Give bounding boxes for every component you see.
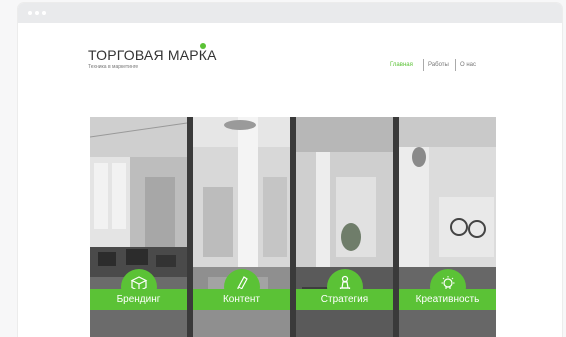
feature-card-strategy[interactable]: Стратегия (296, 117, 393, 337)
window-close-dot[interactable] (28, 11, 32, 15)
feature-label[interactable]: Брендинг (90, 289, 187, 310)
nav-divider (455, 59, 456, 71)
brand-logo-text[interactable]: ТОРГОВАЯ МАРКА (88, 47, 217, 63)
feature-card-content[interactable]: Контент (193, 117, 290, 337)
brand-tagline: Техника в маркетинге (88, 64, 139, 70)
feature-label[interactable]: Контент (193, 289, 290, 310)
brand-registered-mark-icon (200, 43, 206, 49)
nav-link-about[interactable]: О нас (460, 58, 476, 72)
feature-label[interactable]: Стратегия (296, 289, 393, 310)
window-titlebar (18, 3, 562, 23)
browser-window: ТОРГОВАЯ МАРКА Техника в маркетинге Глав… (18, 3, 562, 337)
nav-link-works[interactable]: Работы (428, 58, 449, 72)
nav-link-home[interactable]: Главная (390, 58, 413, 72)
nav-divider (423, 59, 424, 71)
feature-gallery: Брендинг Контент Стратегия Креативность (90, 117, 496, 337)
feature-card-branding[interactable]: Брендинг (90, 117, 187, 337)
window-maximize-dot[interactable] (42, 11, 46, 15)
feature-label[interactable]: Креативность (399, 289, 496, 310)
window-minimize-dot[interactable] (35, 11, 39, 15)
site-header: ТОРГОВАЯ МАРКА Техника в маркетинге Глав… (18, 23, 562, 95)
feature-card-creativity[interactable]: Креативность (399, 117, 496, 337)
